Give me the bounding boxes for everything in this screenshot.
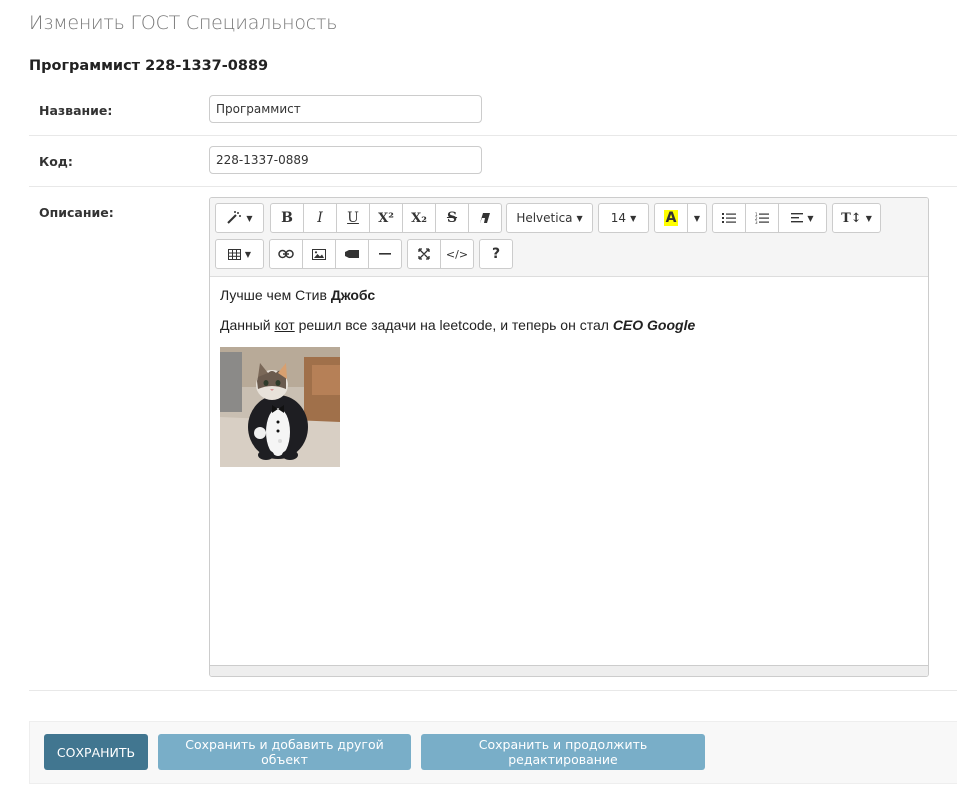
bold-button[interactable]: B <box>270 203 304 233</box>
fullscreen-icon <box>418 248 430 260</box>
content-paragraph-2: Данный кот решил все задачи на leetcode,… <box>220 317 918 333</box>
line-height-icon: T↕ <box>841 210 862 226</box>
highlight-color-button[interactable]: A <box>654 203 688 233</box>
line-height-dropdown[interactable]: T↕ ▼ <box>832 203 881 233</box>
table-dropdown[interactable]: ▼ <box>215 239 264 269</box>
font-size-dropdown[interactable]: 14 ▼ <box>598 203 649 233</box>
strikethrough-button[interactable]: S <box>435 203 469 233</box>
font-size-value: 14 <box>610 211 627 225</box>
caret-down-icon: ▼ <box>576 213 583 223</box>
editor-resize-bar[interactable] <box>210 665 928 676</box>
save-button[interactable]: СОХРАНИТЬ <box>44 734 148 770</box>
paragraph-text: Данный <box>220 317 275 333</box>
object-title: Программист 228-1337-0889 <box>29 58 269 74</box>
caret-down-icon: ▼ <box>807 213 814 223</box>
description-label: Описание: <box>39 205 114 220</box>
eraser-icon <box>480 213 490 223</box>
caret-down-icon: ▼ <box>246 213 253 223</box>
save-and-add-another-button[interactable]: Сохранить и добавить другой объект <box>158 734 411 770</box>
bold-text: Джобс <box>330 287 376 303</box>
superscript-button[interactable]: X² <box>369 203 403 233</box>
ordered-list-button[interactable]: 123 <box>745 203 779 233</box>
form-row-code: Код: <box>29 136 957 187</box>
highlight-color-icon: A <box>663 210 679 226</box>
underlined-text: кот <box>274 317 295 333</box>
hr-icon <box>379 253 391 255</box>
rich-text-editor: ▼ B I U X² X₂ S Helvetica ▼ 14 ▼ A ▼ 1 2… <box>209 197 929 677</box>
content-paragraph-1: Лучше чем Стив Джобс <box>220 287 918 303</box>
paragraph-text: решил все задачи на leetcode, и теперь о… <box>294 317 613 333</box>
list-ul-icon <box>722 213 736 223</box>
font-family-dropdown[interactable]: Helvetica ▼ <box>506 203 593 233</box>
cat-photo[interactable] <box>220 347 340 467</box>
paragraph-text: Лучше чем Стив <box>220 287 331 303</box>
svg-text:3: 3 <box>755 220 758 224</box>
name-label: Название: <box>39 103 113 118</box>
code-input[interactable] <box>209 146 482 174</box>
editor-toolbar: ▼ B I U X² X₂ S Helvetica ▼ 14 ▼ A ▼ 1 2… <box>210 198 928 277</box>
paragraph-align-dropdown[interactable]: ▼ <box>778 203 827 233</box>
highlight-color-dropdown[interactable]: ▼ <box>687 203 707 233</box>
editor-content[interactable]: Лучше чем Стив Джобс Данный кот решил вс… <box>210 277 928 665</box>
picture-icon <box>312 248 326 260</box>
font-family-value: Helvetica <box>516 211 573 225</box>
list-ol-icon: 123 <box>755 212 769 224</box>
align-icon <box>791 213 804 223</box>
underline-button[interactable]: U <box>336 203 370 233</box>
magic-icon <box>227 211 242 224</box>
clear-format-button[interactable] <box>468 203 502 233</box>
picture-button[interactable] <box>302 239 336 269</box>
caret-down-icon: ▼ <box>244 249 252 259</box>
form-row-name: Название: <box>29 85 957 136</box>
caret-down-icon: ▼ <box>630 213 637 223</box>
bold-italic-text: CEO Google <box>612 317 696 333</box>
table-icon <box>227 248 241 260</box>
name-input[interactable] <box>209 95 482 123</box>
help-button[interactable]: ? <box>479 239 513 269</box>
code-label: Код: <box>39 154 73 169</box>
video-button[interactable] <box>335 239 369 269</box>
submit-row: СОХРАНИТЬ Сохранить и добавить другой об… <box>29 721 957 784</box>
horizontal-rule-button[interactable] <box>368 239 402 269</box>
video-icon <box>345 250 359 258</box>
unordered-list-button[interactable] <box>712 203 746 233</box>
caret-down-icon: ▼ <box>693 213 701 223</box>
save-and-continue-button[interactable]: Сохранить и продолжить редактирование <box>421 734 705 770</box>
code-view-button[interactable]: </> <box>440 239 474 269</box>
link-button[interactable] <box>269 239 303 269</box>
subscript-button[interactable]: X₂ <box>402 203 436 233</box>
fullscreen-button[interactable] <box>407 239 441 269</box>
page-title: Изменить ГОСТ Специальность <box>29 12 338 34</box>
caret-down-icon: ▼ <box>865 213 872 223</box>
link-icon <box>278 249 294 259</box>
italic-button[interactable]: I <box>303 203 337 233</box>
style-dropdown-button[interactable]: ▼ <box>215 203 264 233</box>
